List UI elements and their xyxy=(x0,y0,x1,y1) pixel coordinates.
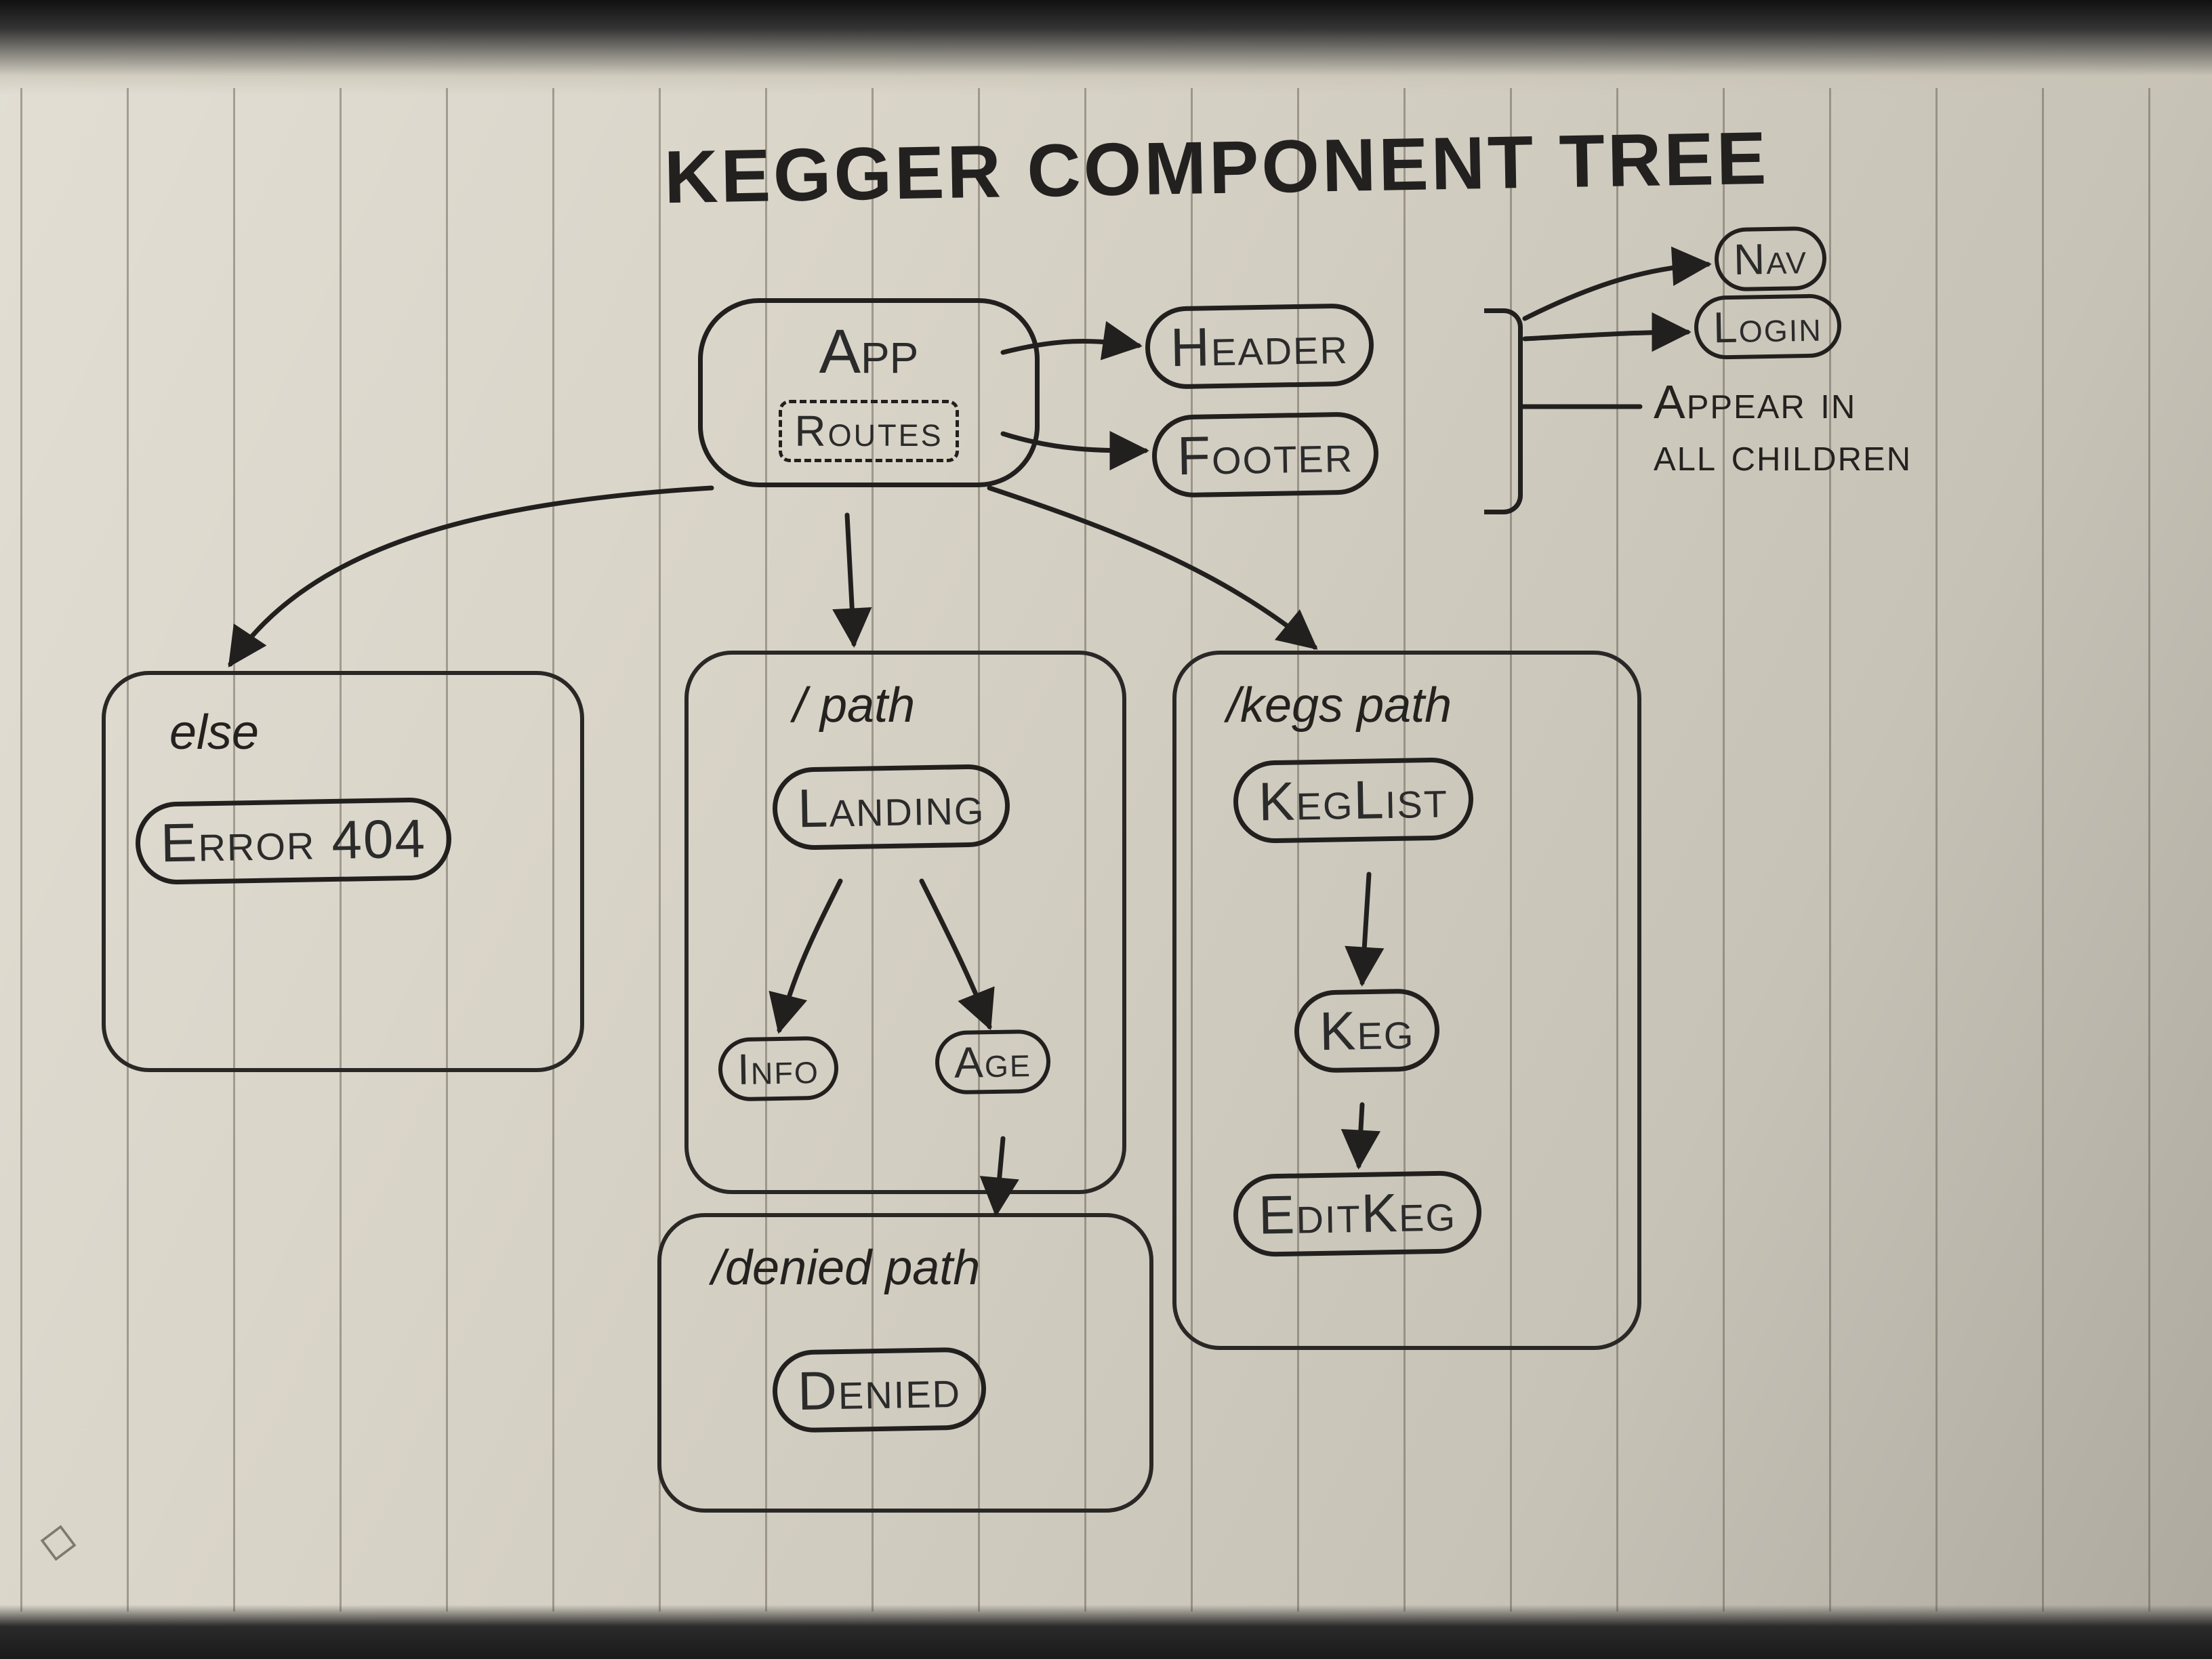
node-age: Age xyxy=(935,1029,1050,1095)
node-landing: Landing xyxy=(772,764,1010,851)
group-else-label: else xyxy=(169,705,259,760)
node-app-label: App xyxy=(730,316,1008,388)
node-error404: Error 404 xyxy=(135,797,452,885)
group-denied-label: /denied path xyxy=(712,1240,980,1296)
node-nav: Nav xyxy=(1714,226,1827,292)
annotation-appear-in-all: Appear in all children xyxy=(1654,376,1912,480)
node-info: Info xyxy=(718,1036,838,1101)
group-root-label: / path xyxy=(793,678,915,733)
group-kegs-label: /kegs path xyxy=(1227,678,1452,733)
node-app: App Routes xyxy=(698,298,1040,487)
node-header: Header xyxy=(1145,303,1374,390)
diagram-title: KEGGER COMPONENT TREE xyxy=(663,119,1769,217)
node-editkeg: EditKeg xyxy=(1233,1170,1482,1257)
node-login: Login xyxy=(1694,293,1841,360)
notebook-logo-icon: ◇ xyxy=(37,1509,81,1570)
node-footer: Footer xyxy=(1151,411,1379,498)
node-keg: Keg xyxy=(1294,988,1440,1073)
node-denied: Denied xyxy=(772,1347,987,1433)
node-keglist: KegList xyxy=(1233,757,1474,844)
bracket-header-footer xyxy=(1484,308,1523,514)
notebook-page: KEGGER COMPONENT TREE App Routes Header … xyxy=(0,0,2212,1659)
node-app-routes: Routes xyxy=(779,400,958,462)
